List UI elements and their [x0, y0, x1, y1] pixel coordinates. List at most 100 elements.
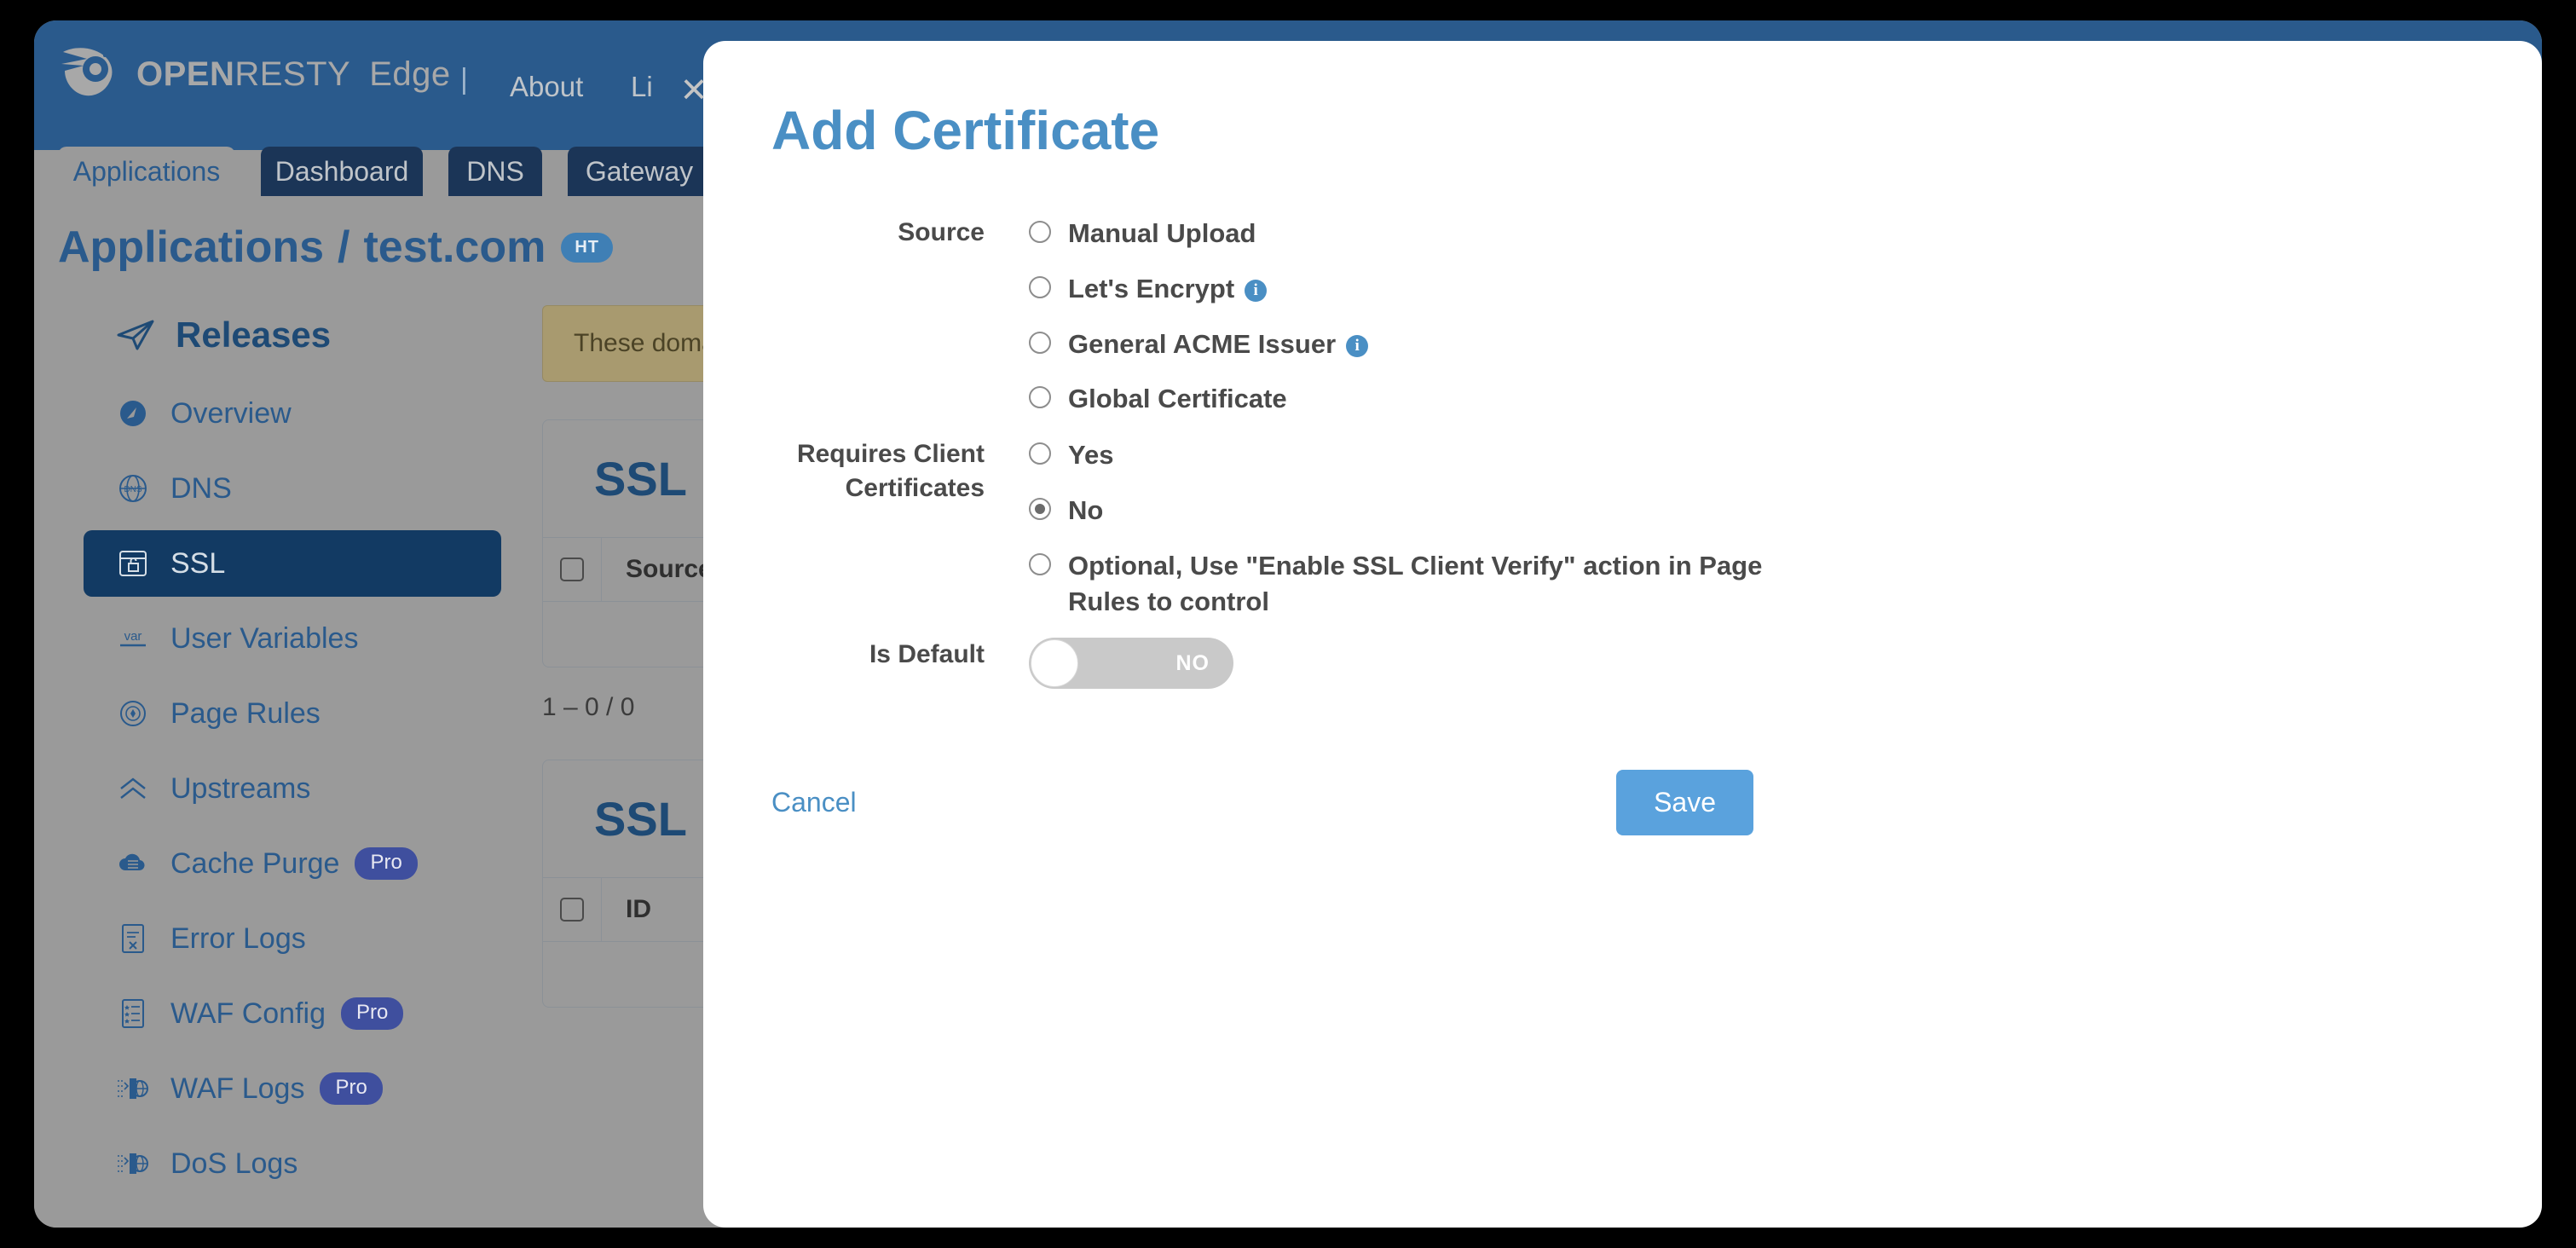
info-icon[interactable]: i [1346, 334, 1369, 357]
application-window: OPENRESTY Edge | About Li Applications Da… [34, 20, 2542, 1228]
radio-option-yes[interactable]: Yes [1029, 437, 1784, 474]
pro-badge: Pro [355, 847, 418, 880]
sidebar-item-cache-purge[interactable]: Cache Purge Pro [84, 830, 501, 897]
brand-edge-text: Edge [369, 55, 451, 93]
page-rules-icon [116, 696, 150, 731]
sidebar-item-waf-config[interactable]: WAF Config Pro [84, 980, 501, 1047]
tab-dashboard[interactable]: Dashboard [261, 147, 423, 196]
nav-link-license[interactable]: Li [631, 71, 653, 103]
sidebar-item-label: WAF Logs [170, 1072, 305, 1105]
radio-option-label: Optional, Use "Enable SSL Client Verify"… [1068, 550, 1763, 617]
sidebar-item-label: Upstreams [170, 771, 311, 805]
save-button[interactable]: Save [1616, 770, 1753, 835]
field-label-is-default: Is Default [869, 640, 985, 668]
sidebar-item-label: User Variables [170, 621, 359, 655]
modal-title: Add Certificate [771, 100, 1160, 161]
sidebar-item-overview[interactable]: Overview [84, 380, 501, 447]
cloud-database-icon [116, 846, 150, 881]
radio-option-general-acme-issuer[interactable]: General ACME Issuer i [1029, 326, 1369, 363]
sidebar-item-error-logs[interactable]: Error Logs [84, 905, 501, 972]
column-header-source[interactable]: Source [602, 555, 713, 584]
sidebar-item-label: DNS [170, 471, 232, 505]
radio-button[interactable] [1029, 442, 1051, 465]
close-icon[interactable]: × [669, 65, 719, 114]
pro-badge: Pro [341, 997, 404, 1030]
radio-option-label: Yes [1068, 440, 1114, 470]
paper-plane-icon [117, 320, 154, 350]
radio-option-label: Let's Encrypt [1068, 273, 1235, 303]
radio-button[interactable] [1029, 275, 1051, 298]
cancel-button[interactable]: Cancel [771, 787, 857, 818]
globe-dns-icon: DNS [116, 471, 150, 506]
brand-logo-group[interactable]: OPENRESTY Edge [58, 43, 451, 106]
radio-option-no[interactable]: No [1029, 493, 1784, 529]
radio-button[interactable] [1029, 497, 1051, 520]
tab-applications[interactable]: Applications [58, 147, 235, 196]
sidebar-item-label: Cache Purge [170, 846, 340, 880]
select-all-checkbox-cell[interactable] [543, 538, 602, 601]
header-divider: | [460, 63, 468, 95]
sidebar-item-dns[interactable]: DNS DNS [84, 455, 501, 522]
radio-button[interactable] [1029, 552, 1051, 575]
sidebar-item-user-variables[interactable]: var User Variables [84, 605, 501, 672]
sidebar-item-label: Overview [170, 396, 292, 430]
sidebar-item-ssl[interactable]: SSL [84, 530, 501, 597]
is-default-toggle-wrapper: NO [1029, 638, 1233, 689]
pro-badge: Pro [320, 1072, 383, 1105]
nav-link-about[interactable]: About [510, 71, 583, 103]
breadcrumb: Applications / test.com HT [58, 222, 613, 273]
toggle-state-label: NO [1175, 650, 1210, 675]
is-default-toggle[interactable]: NO [1029, 638, 1233, 689]
info-icon[interactable]: i [1245, 279, 1268, 302]
radio-option-label: Manual Upload [1068, 218, 1256, 248]
document-x-icon [116, 922, 150, 956]
brand-wordmark: OPENRESTY Edge [136, 55, 451, 94]
breadcrumb-root[interactable]: Applications [58, 222, 324, 273]
sidebar-item-upstreams[interactable]: Upstreams [84, 755, 501, 822]
toggle-knob[interactable] [1031, 639, 1078, 687]
breadcrumb-current: test.com [363, 222, 546, 272]
radio-button[interactable] [1029, 331, 1051, 354]
sidebar-item-label: Error Logs [170, 922, 306, 955]
breadcrumb-separator: / [338, 222, 350, 272]
sidebar-item-label: WAF Config [170, 997, 326, 1030]
select-all-checkbox[interactable] [560, 898, 584, 922]
radio-button[interactable] [1029, 221, 1051, 243]
sidebar-item-dos-logs[interactable]: DoS Logs [84, 1130, 501, 1197]
form-row-is-default: Is Default NO [771, 638, 1233, 689]
svg-text:var: var [124, 629, 142, 644]
radio-option-global-certificate[interactable]: Global Certificate [1029, 381, 1368, 418]
gauge-icon [116, 396, 150, 430]
sidebar-item-label: Page Rules [170, 696, 321, 730]
source-radio-group: Manual Upload Let's Encrypt i General ACM… [1029, 216, 1369, 418]
radio-option-label-wrapper: General ACME Issuer i [1068, 326, 1369, 363]
sidebar-heading-releases: Releases [116, 305, 501, 365]
tab-gateway[interactable]: Gateway [568, 147, 711, 196]
openresty-bird-logo-icon [61, 48, 113, 96]
field-label-requires-client-certificates: Requires Client Certificates [796, 440, 985, 502]
radio-option-lets-encrypt[interactable]: Let's Encrypt i [1029, 271, 1368, 308]
radio-button[interactable] [1029, 386, 1051, 409]
protocol-badge: HT [561, 232, 613, 263]
field-label-source: Source [898, 218, 985, 246]
sidebar-heading-label: Releases [176, 315, 332, 355]
column-header-id[interactable]: ID [602, 895, 651, 924]
browser-lock-icon [116, 546, 150, 581]
client-certs-radio-group: Yes No Optional, Use "Enable SSL Client … [1029, 437, 1784, 621]
select-all-checkbox-cell[interactable] [543, 878, 602, 941]
sidebar-nav: Releases Overview DNS DNS SSL var User V… [84, 305, 501, 1205]
firewall-globe-icon [116, 1147, 150, 1181]
list-star-icon [116, 997, 150, 1031]
sidebar-item-waf-logs[interactable]: WAF Logs Pro [84, 1055, 501, 1122]
radio-option-manual-upload[interactable]: Manual Upload [1029, 216, 1368, 252]
svg-text:DNS: DNS [124, 485, 142, 494]
radio-option-label: Global Certificate [1068, 384, 1287, 414]
radio-option-optional[interactable]: Optional, Use "Enable SSL Client Verify"… [1029, 548, 1784, 621]
chevrons-up-icon [116, 771, 150, 806]
tab-dns[interactable]: DNS [448, 147, 542, 196]
firewall-globe-icon [116, 1072, 150, 1106]
sidebar-item-page-rules[interactable]: Page Rules [84, 680, 501, 747]
radio-option-label: General ACME Issuer [1068, 328, 1337, 359]
radio-option-label-wrapper: Let's Encrypt i [1068, 271, 1268, 308]
select-all-checkbox[interactable] [560, 558, 584, 581]
